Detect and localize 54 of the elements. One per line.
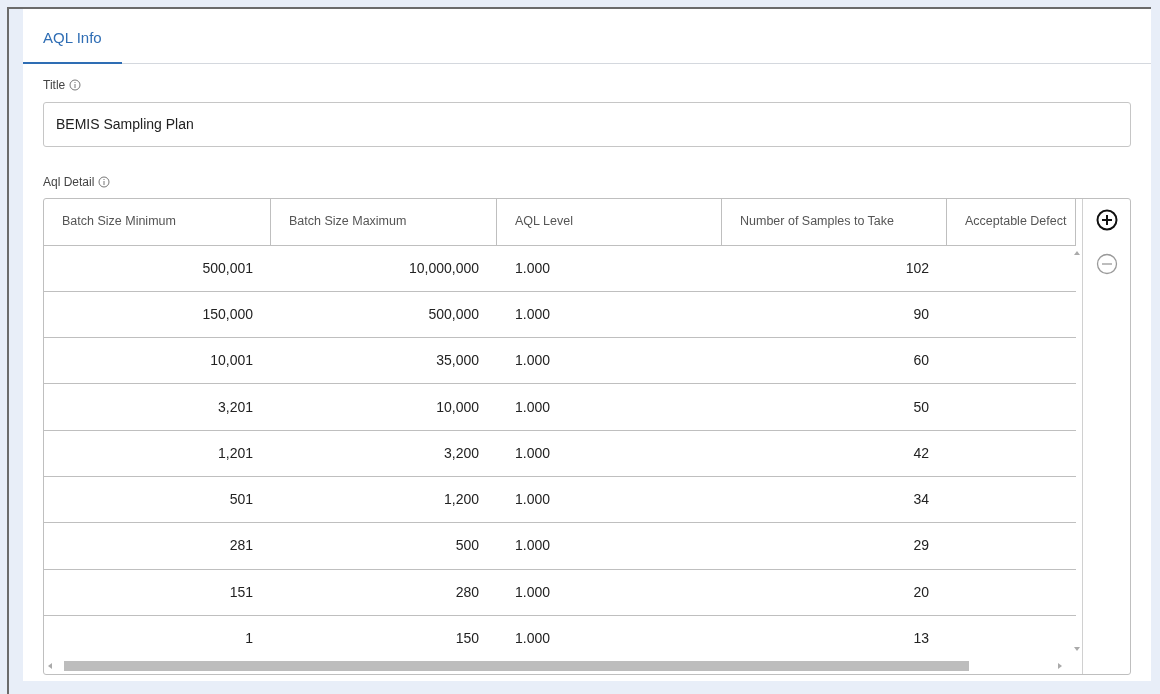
scroll-up-icon[interactable] xyxy=(1074,250,1081,255)
table-cell-text: 1.000 xyxy=(515,304,551,324)
column-header[interactable]: Acceptable Defect xyxy=(947,198,1076,245)
table-cell-text: 60 xyxy=(913,351,929,371)
table-cell-text: 10,000,000 xyxy=(408,258,479,278)
table-cell-text: 1,200 xyxy=(443,490,479,510)
column-header[interactable]: Batch Size Minimum xyxy=(44,198,271,245)
column-header[interactable]: Batch Size Maximum xyxy=(271,198,497,245)
scroll-left-icon[interactable] xyxy=(48,662,52,669)
field-label: Aql Detail xyxy=(43,173,95,191)
table-cell-text: 29 xyxy=(913,536,929,556)
table-cell-text: 102 xyxy=(905,258,929,278)
table-cell-text: 500,000 xyxy=(428,304,479,324)
table-cell-text: 151 xyxy=(229,582,253,602)
add-row-button[interactable] xyxy=(1095,208,1118,231)
table-cell-text: 281 xyxy=(229,536,253,556)
table-cell-text: 1.000 xyxy=(515,443,551,463)
column-header[interactable]: AQL Level xyxy=(497,198,722,245)
table-cell-text: 1.000 xyxy=(515,629,551,648)
table-cell-text: 50 xyxy=(913,397,929,417)
table-cell-text: 280 xyxy=(455,582,479,602)
table-cell-text: 1.000 xyxy=(515,258,551,278)
table-cell-text: 1,201 xyxy=(217,443,253,463)
table-cell-text: 13 xyxy=(913,629,929,648)
info-icon xyxy=(69,78,82,91)
table-cell-text: 34 xyxy=(913,490,929,510)
table-cell-text: 150 xyxy=(455,629,479,648)
table-cell-text: 1 xyxy=(245,629,253,648)
table-cell-text: 10,001 xyxy=(210,351,253,371)
column-header[interactable]: Number of Samples to Take xyxy=(722,198,947,245)
table-cell-text: 42 xyxy=(913,443,929,463)
horizontal-scrollbar[interactable] xyxy=(44,659,1076,672)
table-cell-text: 35,000 xyxy=(436,351,479,371)
table-cell-text: 500 xyxy=(455,536,479,556)
table-cell-text: 1.000 xyxy=(515,582,551,602)
table-cell-text: 10,000 xyxy=(436,397,479,417)
table-cell-text: 1.000 xyxy=(515,536,551,556)
table-cell-text: 1.000 xyxy=(515,397,551,417)
scrollbar-thumb[interactable] xyxy=(64,660,969,671)
table-cell-text: 1.000 xyxy=(515,351,551,371)
scroll-right-icon[interactable] xyxy=(1058,662,1062,669)
tab[interactable]: AQL Info xyxy=(23,23,122,64)
table-cell-text: 90 xyxy=(913,304,929,324)
table-cell-text: 3,200 xyxy=(443,443,479,463)
table-cell-text: 3,201 xyxy=(217,397,253,417)
table-cell-text: 20 xyxy=(913,582,929,602)
info-icon xyxy=(98,175,111,188)
table-cell-text: 500,001 xyxy=(202,258,253,278)
table-cell-text: 501 xyxy=(229,490,253,510)
table-cell-text: 150,000 xyxy=(202,304,253,324)
title-field[interactable]: BEMIS Sampling Plan xyxy=(43,101,1131,147)
table-cell-text: 1.000 xyxy=(515,490,551,510)
scroll-down-icon[interactable] xyxy=(1074,646,1081,651)
field-label: Title xyxy=(43,76,66,94)
